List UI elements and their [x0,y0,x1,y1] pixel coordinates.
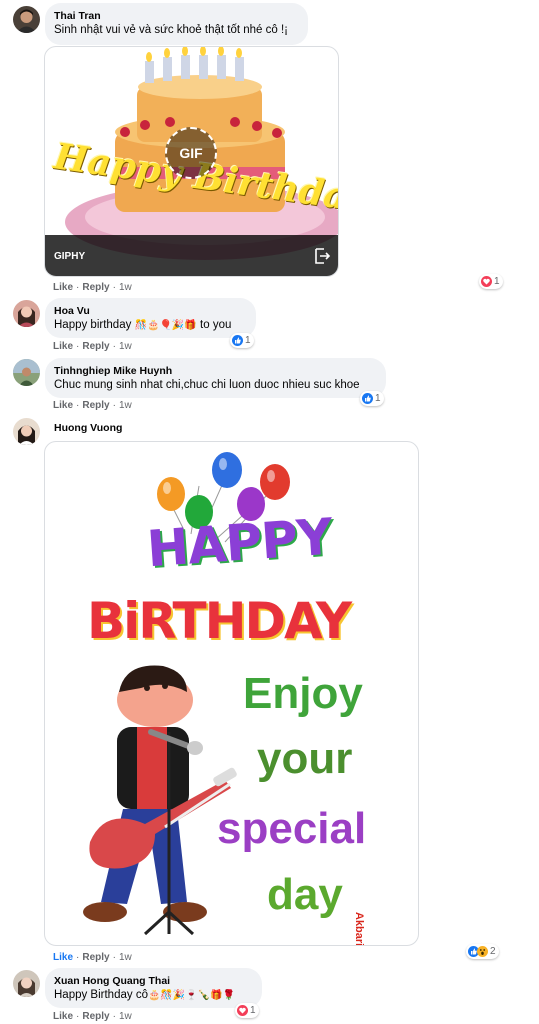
comment-text: Sinh nhật vui vẻ và sức khoẻ thật tốt nh… [54,24,288,36]
comment-text: Happy Birthday cô [54,989,148,1001]
emoji-group: 🎂🎊🎉🍷🍾🎁🌹 [147,990,236,1001]
birthday-text: BiRTHDAY [87,592,352,650]
wow-icon [477,946,488,957]
gif-badge-label: GIF [179,145,203,161]
reply-link[interactable]: Reply [82,400,109,411]
avatar[interactable] [13,418,40,445]
reaction-count: 2 [490,946,496,957]
timestamp[interactable]: 1w [119,282,132,293]
comment-bubble: Tinhnghiep Mike Huynh Chuc mung sinh nha… [45,358,386,398]
comment-actions: Like · Reply · 1w [53,1011,132,1022]
reply-link[interactable]: Reply [82,1011,109,1022]
comment-actions: Like · Reply · 1w [53,952,132,963]
timestamp[interactable]: 1w [119,400,132,411]
comment-actions: Like · Reply · 1w [53,400,132,411]
reaction-count: 1 [250,1005,256,1016]
gif-badge[interactable]: GIF [165,127,217,179]
giphy-source[interactable]: GIPHY [54,251,85,262]
like-link[interactable]: Like [53,282,73,293]
avatar[interactable] [13,300,40,327]
timestamp[interactable]: 1w [119,952,132,963]
share-icon[interactable] [313,247,331,270]
emoji-group: 🎊🎂🎈🎉🎁 [134,320,197,331]
reaction-count: 1 [494,276,500,287]
like-link[interactable]: Like [53,952,73,963]
enjoy-text: Enjoy [243,669,363,718]
image-attachment[interactable]: HAPPY BiRTHDAY Enjoy your special day Ak… [44,441,419,946]
reaction-summary[interactable]: 1 [230,333,254,348]
comment-bubble: Thai Tran Sinh nhật vui vẻ và sức khoẻ t… [45,3,308,45]
reaction-summary[interactable]: 1 [235,1003,259,1018]
reply-link[interactable]: Reply [82,952,109,963]
comment-text-suffix: to you [200,319,232,331]
comment-text: Chuc mung sinh nhat chi,chuc chi luon du… [54,379,360,391]
author-name[interactable]: Huong Vuong [54,421,122,435]
timestamp[interactable]: 1w [119,1011,132,1022]
singer-illustration [83,665,237,936]
like-link[interactable]: Like [53,400,73,411]
special-text: special [217,804,367,853]
comment-actions: Like · Reply · 1w [53,282,132,293]
reaction-summary[interactable]: 2 [466,944,499,959]
artist-signature: Akbarian [353,912,365,946]
reply-link[interactable]: Reply [82,341,109,352]
comment-actions: Like · Reply · 1w [53,341,132,352]
comment-bubble: Hoa Vu Happy birthday 🎊🎂🎈🎉🎁 to you [45,298,256,338]
like-icon [232,335,243,346]
reaction-count: 1 [375,393,381,404]
reaction-summary[interactable]: 1 [479,274,503,289]
gif-attachment[interactable]: Happy Birthday! GIF GIPHY [44,46,339,277]
like-icon [362,393,373,404]
author-name[interactable]: Thai Tran [54,9,298,23]
reply-link[interactable]: Reply [82,282,109,293]
reaction-summary[interactable]: 1 [360,391,384,406]
timestamp[interactable]: 1w [119,341,132,352]
author-name[interactable]: Hoa Vu [54,304,246,318]
like-link[interactable]: Like [53,1011,73,1022]
avatar[interactable] [13,970,40,997]
comment-bubble: Xuan Hong Quang Thai Happy Birthday cô🎂🎊… [45,968,262,1008]
avatar[interactable] [13,6,40,33]
your-text: your [257,734,353,783]
like-link[interactable]: Like [53,341,73,352]
comment-text: Happy birthday [54,319,132,331]
avatar[interactable] [13,359,40,386]
author-name[interactable]: Tinhnghiep Mike Huynh [54,364,376,378]
heart-icon [481,276,492,287]
heart-icon [237,1005,248,1016]
reaction-count: 1 [245,335,251,346]
author-name[interactable]: Xuan Hong Quang Thai [54,974,252,988]
day-text: day [267,870,343,919]
